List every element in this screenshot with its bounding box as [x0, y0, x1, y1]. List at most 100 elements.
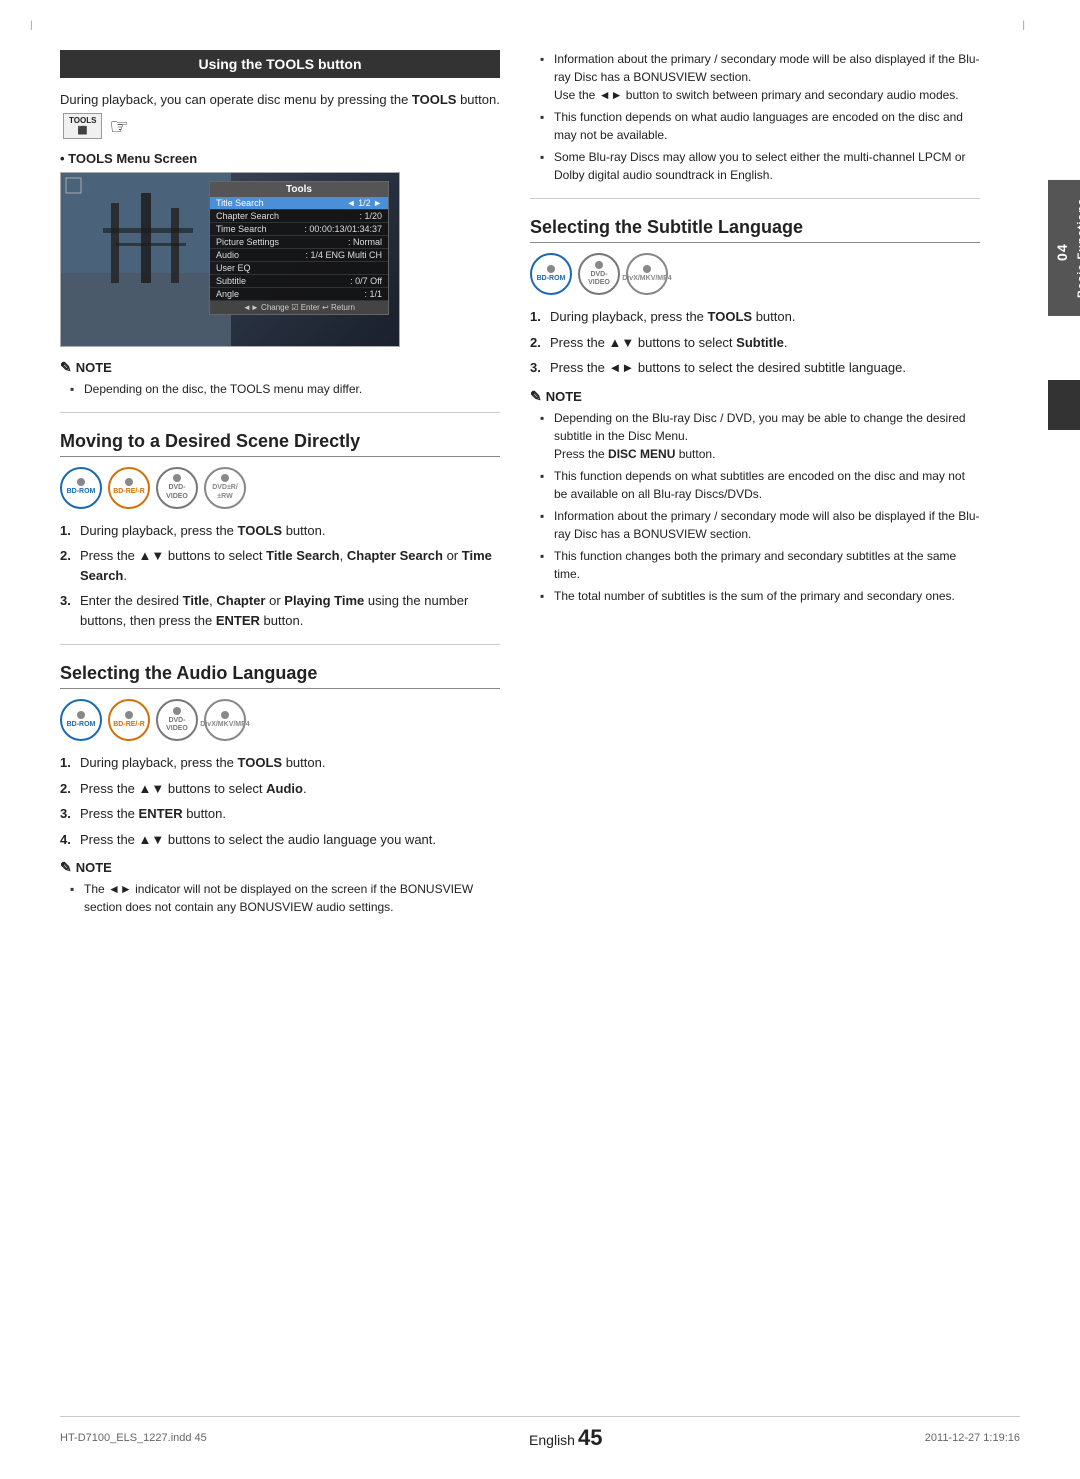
tools-row-audio: Audio: 1/4 ENG Multi CH	[210, 249, 388, 262]
divider-3	[530, 198, 980, 199]
audio-right-note-1: Information about the primary / secondar…	[530, 50, 980, 104]
audio-step-4: 4. Press the ▲▼ buttons to select the au…	[60, 830, 500, 850]
audio-steps: 1. During playback, press the TOOLS butt…	[60, 753, 500, 849]
subtitle-note-item-4: This function changes both the primary a…	[530, 547, 980, 583]
subtitle-badge-divx: DivX/MKV/MP4	[626, 253, 668, 295]
note-label: ✎ NOTE	[60, 359, 500, 376]
tools-title: Using the TOOLS button	[198, 56, 361, 72]
badge-dvd-rw: DVD±R/±RW	[204, 467, 246, 509]
tools-bold: TOOLS	[412, 92, 457, 107]
moving-disc-badges: BD-ROM BD-RE/-R DVD-VIDEO DVD±R/±RW	[60, 467, 500, 509]
moving-section-title: Moving to a Desired Scene Directly	[60, 431, 500, 457]
tools-menu-footer: ◄► Change ☑ Enter ↩ Return	[210, 301, 388, 314]
audio-step-2: 2. Press the ▲▼ buttons to select Audio.	[60, 779, 500, 799]
subtitle-note-title: NOTE	[546, 389, 582, 404]
subtitle-steps: 1. During playback, press the TOOLS butt…	[530, 307, 980, 378]
moving-steps: 1. During playback, press the TOOLS butt…	[60, 521, 500, 631]
page-footer: HT-D7100_ELS_1227.indd 45 English 45 201…	[60, 1416, 1020, 1451]
subtitle-note-item-2: This function depends on what subtitles …	[530, 467, 980, 503]
subtitle-badge-bd: BD-ROM	[530, 253, 572, 295]
audio-note: ✎ NOTE The ◄► indicator will not be disp…	[60, 859, 500, 916]
tools-btn-icon: ⬛	[78, 126, 88, 136]
subtitle-note-item-5: The total number of subtitles is the sum…	[530, 587, 980, 605]
note-item-1: Depending on the disc, the TOOLS menu ma…	[60, 380, 500, 398]
badge-bd-re-r: BD-RE/-R	[108, 467, 150, 509]
tools-row-title: Title Search◄ 1/2 ►	[210, 197, 388, 210]
subtitle-note-item-1: Depending on the Blu-ray Disc / DVD, you…	[530, 409, 980, 463]
audio-badge-dvd: DVD-VIDEO	[156, 699, 198, 741]
footer-left: HT-D7100_ELS_1227.indd 45	[60, 1432, 207, 1444]
tools-menu-label: • TOOLS Menu Screen	[60, 151, 500, 166]
page-number-section: English 45	[529, 1425, 602, 1451]
audio-note-title: NOTE	[76, 860, 112, 875]
note-pencil-icon: ✎	[60, 359, 72, 376]
moving-step-2: 2. Press the ▲▼ buttons to select Title …	[60, 546, 500, 585]
tools-button-wrapper: TOOLS ⬛ ☞	[60, 110, 129, 143]
disc-inner	[221, 711, 229, 719]
tools-menu-screenshot: Tools Title Search◄ 1/2 ► Chapter Search…	[60, 172, 400, 347]
disc-inner	[77, 478, 85, 486]
subtitle-note-item-3: Information about the primary / secondar…	[530, 507, 980, 543]
subtitle-badge-dvd: DVD-VIDEO	[578, 253, 620, 295]
moving-step-1: 1. During playback, press the TOOLS butt…	[60, 521, 500, 541]
tools-note: ✎ NOTE Depending on the disc, the TOOLS …	[60, 359, 500, 398]
tools-intro: During playback, you can operate disc me…	[60, 92, 412, 107]
disc-inner	[173, 474, 181, 482]
tools-section-header: Using the TOOLS button	[60, 50, 500, 78]
moving-step-3: 3. Enter the desired Title, Chapter or P…	[60, 591, 500, 630]
subtitle-step-2: 2. Press the ▲▼ buttons to select Subtit…	[530, 333, 980, 353]
tools-inline-button: TOOLS ⬛	[63, 113, 102, 138]
disc-inner	[547, 265, 555, 273]
audio-note-item-1: The ◄► indicator will not be displayed o…	[60, 880, 500, 916]
page-container: | | Using the TOOLS button During playba…	[0, 0, 1080, 1479]
tools-row-picture: Picture Settings: Normal	[210, 236, 388, 249]
audio-right-notes: Information about the primary / secondar…	[530, 50, 980, 184]
disc-inner	[77, 711, 85, 719]
audio-note-pencil-icon: ✎	[60, 859, 72, 876]
subtitle-section-title: Selecting the Subtitle Language	[530, 217, 980, 243]
badge-dvd-video: DVD-VIDEO	[156, 467, 198, 509]
page-number: 45	[578, 1425, 602, 1450]
badge-bd-rom: BD-ROM	[60, 467, 102, 509]
tools-intro-text: During playback, you can operate disc me…	[60, 90, 500, 143]
tools-end: button.	[456, 92, 499, 107]
tools-row-time: Time Search: 00:00:13/01:34:37	[210, 223, 388, 236]
audio-note-label: ✎ NOTE	[60, 859, 500, 876]
disc-inner	[125, 478, 133, 486]
subtitle-note: ✎ NOTE Depending on the Blu-ray Disc / D…	[530, 388, 980, 605]
tools-row-angle: Angle: 1/1	[210, 288, 388, 301]
tools-menu-overlay: Tools Title Search◄ 1/2 ► Chapter Search…	[209, 181, 389, 315]
audio-right-note-3: Some Blu-ray Discs may allow you to sele…	[530, 148, 980, 184]
footer-right: 2011-12-27 1:19:16	[925, 1432, 1020, 1444]
divider-1	[60, 412, 500, 413]
disc-inner	[221, 474, 229, 482]
right-column: Information about the primary / secondar…	[530, 50, 1020, 926]
left-column: Using the TOOLS button During playback, …	[60, 50, 500, 926]
tools-menu-overlay-title: Tools	[210, 182, 388, 197]
note-title: NOTE	[76, 360, 112, 375]
english-label: English	[529, 1432, 575, 1448]
audio-step-3: 3. Press the ENTER button.	[60, 804, 500, 824]
audio-badge-bd: BD-ROM	[60, 699, 102, 741]
disc-inner	[173, 707, 181, 715]
audio-section-title: Selecting the Audio Language	[60, 663, 500, 689]
audio-badge-bdr: BD-RE/-R	[108, 699, 150, 741]
subtitle-disc-badges: BD-ROM DVD-VIDEO DivX/MKV/MP4	[530, 253, 980, 295]
tools-btn-label: TOOLS	[69, 116, 96, 126]
audio-disc-badges: BD-ROM BD-RE/-R DVD-VIDEO DivX/MKV/MP4	[60, 699, 500, 741]
disc-inner	[125, 711, 133, 719]
audio-step-1: 1. During playback, press the TOOLS butt…	[60, 753, 500, 773]
bg-illustration	[61, 173, 231, 347]
tools-row-subtitle: Subtitle: 0/7 Off	[210, 275, 388, 288]
subtitle-note-pencil-icon: ✎	[530, 388, 542, 405]
divider-2	[60, 644, 500, 645]
content-columns: Using the TOOLS button During playback, …	[60, 50, 1020, 926]
tools-row-chapter: Chapter Search: 1/20	[210, 210, 388, 223]
subtitle-step-1: 1. During playback, press the TOOLS butt…	[530, 307, 980, 327]
disc-inner	[595, 261, 603, 269]
corner-mark-tr: |	[1022, 20, 1025, 31]
subtitle-step-3: 3. Press the ◄► buttons to select the de…	[530, 358, 980, 378]
hand-icon: ☞	[109, 110, 129, 143]
subtitle-note-label: ✎ NOTE	[530, 388, 980, 405]
disc-inner	[643, 265, 651, 273]
